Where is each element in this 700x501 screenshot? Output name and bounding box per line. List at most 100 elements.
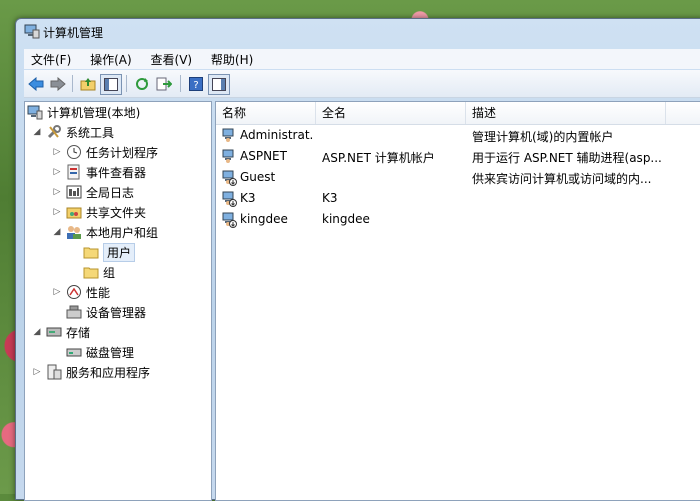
menu-file[interactable]: 文件(F) [24, 49, 78, 70]
tree-label: 全局日志 [86, 185, 135, 200]
tools-icon [46, 124, 62, 140]
expand-arrow-icon[interactable]: ▷ [51, 187, 63, 197]
expand-arrow-icon[interactable]: ▷ [51, 147, 63, 157]
show-hide-tree-icon[interactable] [100, 74, 122, 95]
user-list-row[interactable]: Guest 供来宾访问计算机或访问域的内... [216, 168, 700, 188]
tree-item-local-users-groups[interactable]: ◢ 本地用户和组 [51, 222, 158, 242]
tree-label: 系统工具 [66, 125, 115, 140]
expand-arrow-icon[interactable]: ▷ [51, 287, 63, 297]
menu-help[interactable]: 帮助(H) [204, 49, 260, 70]
user-fullname-cell: K3 [322, 191, 338, 205]
user-list-pane[interactable]: 名称 全名 描述 Administrat... 管理计算机(域)的内置帐户 ASPN… [215, 101, 700, 501]
tree-item-performance[interactable]: ▷ 性能 [51, 282, 110, 302]
column-header-fullname[interactable]: 全名 [316, 102, 466, 124]
back-arrow-icon[interactable] [26, 74, 46, 93]
folder-icon [83, 244, 99, 260]
clock-icon [66, 144, 82, 160]
tree-label: 性能 [86, 285, 111, 300]
users-group-icon [66, 224, 82, 240]
refresh-icon[interactable] [132, 74, 152, 93]
tree-item-root[interactable]: 计算机管理(本地) [27, 102, 140, 122]
user-name-cell: kingdee [240, 212, 288, 226]
tree-item-storage[interactable]: ◢ 存储 [31, 322, 90, 342]
shared-folder-icon [66, 204, 82, 220]
folder-icon [83, 264, 99, 280]
tree-item-task-scheduler[interactable]: ▷ 任务计划程序 [51, 142, 158, 162]
log-icon [66, 184, 82, 200]
tree-item-disk-management[interactable]: 磁盘管理 [66, 342, 134, 362]
user-account-icon [222, 212, 238, 228]
toolbar: ? [24, 70, 700, 98]
user-description-cell: 用于运行 ASP.NET 辅助进程(asp... [472, 151, 662, 165]
column-header-description[interactable]: 描述 [466, 102, 666, 124]
device-manager-icon [66, 304, 82, 320]
tree-label: 共享文件夹 [86, 205, 147, 220]
tree-label: 磁盘管理 [86, 345, 135, 360]
title-bar[interactable]: 计算机管理 [16, 19, 700, 45]
tree-item-shared-folders[interactable]: ▷ 共享文件夹 [51, 202, 146, 222]
up-folder-icon[interactable] [78, 74, 98, 93]
computer-icon [27, 104, 43, 120]
tree-item-device-manager[interactable]: 设备管理器 [66, 302, 146, 322]
user-list-row[interactable]: ASPNET ASP.NET 计算机帐户 用于运行 ASP.NET 辅助进程(asp… [216, 147, 700, 167]
event-viewer-icon [66, 164, 82, 180]
list-header: 名称 全名 描述 [216, 102, 700, 125]
user-list-row[interactable]: K3 K3 [216, 189, 700, 209]
disk-icon [66, 344, 82, 360]
user-name-cell: ASPNET [240, 149, 287, 163]
user-description-cell: 管理计算机(域)的内置帐户 [472, 130, 614, 144]
column-header-name[interactable]: 名称 [216, 102, 316, 124]
tree-item-services-apps[interactable]: ▷ 服务和应用程序 [31, 362, 150, 382]
menu-view[interactable]: 查看(V) [144, 49, 200, 70]
user-account-icon [222, 149, 238, 165]
tree-label: 任务计划程序 [86, 145, 159, 160]
export-list-icon[interactable] [154, 74, 174, 93]
console-tree[interactable]: 计算机管理(本地) ◢ 系统工具 ▷ 任务计划程序 ▷ 事件查看器 ▷ 全局日志… [24, 101, 212, 501]
tree-label-selected: 用户 [103, 242, 136, 262]
toolbar-separator [72, 75, 73, 92]
menu-action[interactable]: 操作(A) [83, 49, 139, 70]
tree-label: 计算机管理(本地) [47, 105, 141, 120]
tree-item-event-viewer[interactable]: ▷ 事件查看器 [51, 162, 146, 182]
tree-label: 组 [103, 265, 116, 280]
tree-label: 服务和应用程序 [66, 365, 151, 380]
user-name-cell: K3 [240, 191, 256, 205]
storage-icon [46, 324, 62, 340]
collapse-arrow-icon[interactable]: ◢ [51, 227, 63, 237]
user-account-icon [222, 191, 238, 207]
user-name-cell: Guest [240, 170, 276, 184]
computer-management-window: 计算机管理 文件(F) 操作(A) 查看(V) 帮助(H) ? 计算机管理(本地… [15, 18, 700, 501]
tree-label: 设备管理器 [86, 305, 147, 320]
expand-arrow-icon[interactable]: ▷ [51, 167, 63, 177]
user-fullname-cell: ASP.NET 计算机帐户 [322, 151, 435, 165]
menu-bar: 文件(F) 操作(A) 查看(V) 帮助(H) [24, 49, 700, 69]
toolbar-separator [180, 75, 181, 92]
user-description-cell: 供来宾访问计算机或访问域的内... [472, 172, 652, 186]
collapse-arrow-icon[interactable]: ◢ [31, 327, 43, 337]
user-account-icon [222, 128, 238, 144]
user-list-row[interactable]: kingdee kingdee [216, 210, 700, 230]
help-icon[interactable]: ? [186, 74, 206, 93]
forward-arrow-icon[interactable] [48, 74, 68, 93]
computer-management-icon [24, 24, 40, 39]
services-icon [46, 364, 62, 380]
window-title: 计算机管理 [43, 26, 104, 40]
svg-text:?: ? [193, 80, 198, 91]
tree-label: 事件查看器 [86, 165, 147, 180]
tree-item-system-tools[interactable]: ◢ 系统工具 [31, 122, 114, 142]
user-name-cell: Administrat... [240, 128, 314, 142]
user-fullname-cell: kingdee [322, 212, 370, 226]
tree-item-users[interactable]: 用户 [83, 242, 136, 262]
expand-arrow-icon[interactable]: ▷ [51, 207, 63, 217]
user-list-row[interactable]: Administrat... 管理计算机(域)的内置帐户 [216, 126, 700, 146]
expand-arrow-icon[interactable]: ▷ [31, 367, 43, 377]
toolbar-separator [126, 75, 127, 92]
performance-icon [66, 284, 82, 300]
tree-item-groups[interactable]: 组 [83, 262, 115, 282]
tree-item-global-log[interactable]: ▷ 全局日志 [51, 182, 134, 202]
tree-label: 本地用户和组 [86, 225, 159, 240]
tree-label: 存储 [66, 325, 91, 340]
collapse-arrow-icon[interactable]: ◢ [31, 127, 43, 137]
user-account-icon [222, 170, 238, 186]
action-pane-icon[interactable] [208, 74, 230, 95]
